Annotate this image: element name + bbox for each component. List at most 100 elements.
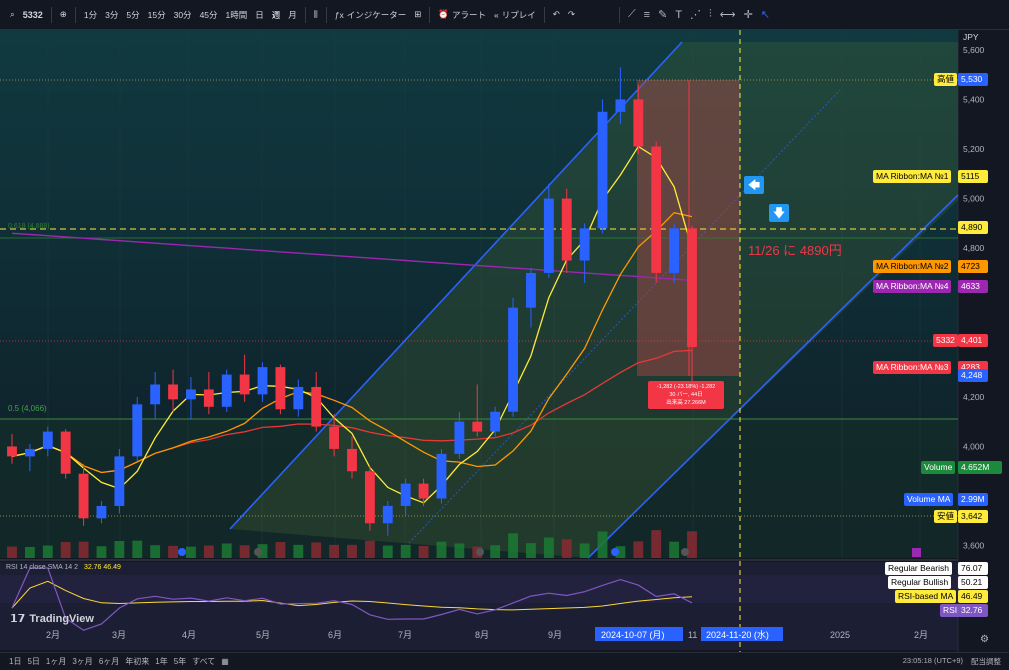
ma1-price-tag: 5115 <box>958 170 988 183</box>
last-price-tag: 4,401 <box>958 334 988 347</box>
candle <box>364 471 375 524</box>
replay-icon: « <box>493 9 499 20</box>
volume-bar <box>669 541 680 558</box>
x-tick: 11 <box>688 630 697 640</box>
volume-ma-tag: 2.99M <box>958 493 988 506</box>
interval-30m[interactable]: 30分 <box>170 9 196 21</box>
y-tick: 5,200 <box>963 144 985 154</box>
clock-text[interactable]: 23:05:18 (UTC+9) <box>903 656 963 667</box>
toolbar-divider <box>325 6 327 23</box>
range-1d[interactable]: 1日 <box>6 656 24 667</box>
toolbar-divider <box>543 6 545 23</box>
tradingview-logo-icon: 𝟭𝟳 <box>10 613 26 625</box>
y-tick: 4,000 <box>963 441 985 451</box>
interval-week[interactable]: 週 <box>268 9 285 21</box>
symbol-tag: 5332 <box>933 334 958 347</box>
cursor-cross-icon[interactable]: ✛ <box>740 8 757 21</box>
interval-1h[interactable]: 1時間 <box>222 9 252 21</box>
price-chart[interactable]: JPY 5,600 5,400 5,200 5,000 4,800 4,200 4,000 3… <box>0 30 1009 652</box>
dividend-adjust[interactable]: 配当調整 <box>971 656 1001 667</box>
volume-label: Volume <box>921 461 956 474</box>
plus-circle-icon[interactable]: ⊕ <box>56 9 71 20</box>
cursor-arrow-icon[interactable]: ↖ <box>757 8 774 21</box>
interval-15m[interactable]: 15分 <box>144 9 170 21</box>
alert-button[interactable]: ⏰ アラート <box>434 9 490 21</box>
fib-tool-icon[interactable]: ≡ <box>640 9 654 21</box>
volume-bar <box>633 541 644 558</box>
candle <box>597 111 608 229</box>
range-3m[interactable]: 3ヶ月 <box>69 656 95 667</box>
range-5y[interactable]: 5年 <box>171 656 189 667</box>
volume-bar <box>454 543 465 558</box>
redo-icon[interactable]: ↷ <box>564 9 579 20</box>
candle <box>203 389 214 407</box>
range-all[interactable]: すべて <box>189 656 218 667</box>
arrow-left-icon[interactable]: 🡄 <box>744 176 764 194</box>
candle <box>579 228 590 261</box>
forecast-tool-icon[interactable]: ⫶ <box>705 8 716 21</box>
measure-line1: -1,282 (-23.18%) -1,282 <box>656 384 716 390</box>
measure-line2: 30 バー, 44日 <box>669 392 703 398</box>
layout-grid-icon[interactable]: ⊞ <box>410 9 425 20</box>
interval-month[interactable]: 月 <box>284 9 301 21</box>
y-tick: 3,600 <box>963 541 985 551</box>
range-1m[interactable]: 1ヶ月 <box>43 656 69 667</box>
x-tick: 2025 <box>830 630 850 640</box>
volume-bar <box>221 543 232 558</box>
range-5d[interactable]: 5日 <box>24 656 42 667</box>
interval-5m[interactable]: 5分 <box>122 9 143 21</box>
volume-bar <box>561 539 572 558</box>
high-price-tag: 5,530 <box>958 73 988 86</box>
candle <box>472 421 483 432</box>
candle <box>186 389 196 400</box>
annotation-text[interactable]: 11/26 に 4890円 <box>748 240 842 259</box>
volume-bar <box>78 541 89 558</box>
volume-bar <box>42 545 53 558</box>
volume-bar <box>60 542 71 558</box>
indicators-button[interactable]: ƒx インジケーター <box>331 9 411 21</box>
candle <box>114 456 125 506</box>
pattern-tool-icon[interactable]: ⋰ <box>686 8 705 21</box>
interval-3m[interactable]: 3分 <box>101 9 122 21</box>
rsi-bullish-label: Regular Bullish <box>888 576 952 589</box>
interval-45m[interactable]: 45分 <box>196 9 222 21</box>
volume-bar <box>168 545 178 558</box>
calendar-icon[interactable]: ▦ <box>218 657 232 666</box>
arrow-down-icon[interactable]: 🡇 <box>769 204 789 222</box>
ma2-price-tag: 4723 <box>958 260 988 273</box>
volume-bar <box>382 545 393 558</box>
symbol-input[interactable]: 5332 <box>19 10 47 20</box>
candle <box>454 421 465 454</box>
top-toolbar: ⌕ 5332 ⊕ 1分 3分 5分 15分 30分 45分 1時間 日 週 月 … <box>0 0 1009 30</box>
fib-618-label: 0.618 (4,888) <box>8 223 50 230</box>
candle <box>24 448 35 457</box>
range-ytd[interactable]: 年初来 <box>122 656 152 667</box>
crosshair-date-start: 2024-10-07 (月) <box>601 630 665 640</box>
interval-day[interactable]: 日 <box>251 9 268 21</box>
rsi-ma-tag: 46.49 <box>958 590 988 603</box>
candle <box>436 453 447 499</box>
interval-1m[interactable]: 1分 <box>80 9 101 21</box>
range-6m[interactable]: 6ヶ月 <box>96 656 122 667</box>
search-icon[interactable]: ⌕ <box>6 9 19 20</box>
y-tick: 4,200 <box>963 392 985 402</box>
rsi-value-tag: 32.76 <box>958 604 988 617</box>
bottom-bar: 1日 5日 1ヶ月 3ヶ月 6ヶ月 年初来 1年 5年 すべて ▦ 23:05:… <box>0 652 1009 670</box>
x-tick: 6月 <box>328 630 342 640</box>
measure-tool-icon[interactable]: ⟷ <box>716 8 740 21</box>
candle-type-icon[interactable]: ⫼ <box>310 9 322 20</box>
volume-bar <box>543 537 554 558</box>
trendline-tool-icon[interactable]: ⟋ <box>624 8 640 21</box>
rsi-title-values: 32.76 46.49 <box>83 564 121 571</box>
candle <box>382 505 393 524</box>
volume-ma-label: Volume MA <box>904 493 954 506</box>
candle <box>150 384 161 405</box>
ma3-label: MA Ribbon:MA №3 <box>873 361 952 374</box>
candle <box>311 386 322 427</box>
undo-icon[interactable]: ↶ <box>549 9 564 20</box>
target-price-tag: 4,890 <box>958 221 988 234</box>
text-tool-icon[interactable]: T <box>671 9 686 21</box>
range-1y[interactable]: 1年 <box>152 656 170 667</box>
brush-tool-icon[interactable]: ✎ <box>654 8 671 21</box>
replay-button[interactable]: «リプレイ <box>490 9 540 21</box>
